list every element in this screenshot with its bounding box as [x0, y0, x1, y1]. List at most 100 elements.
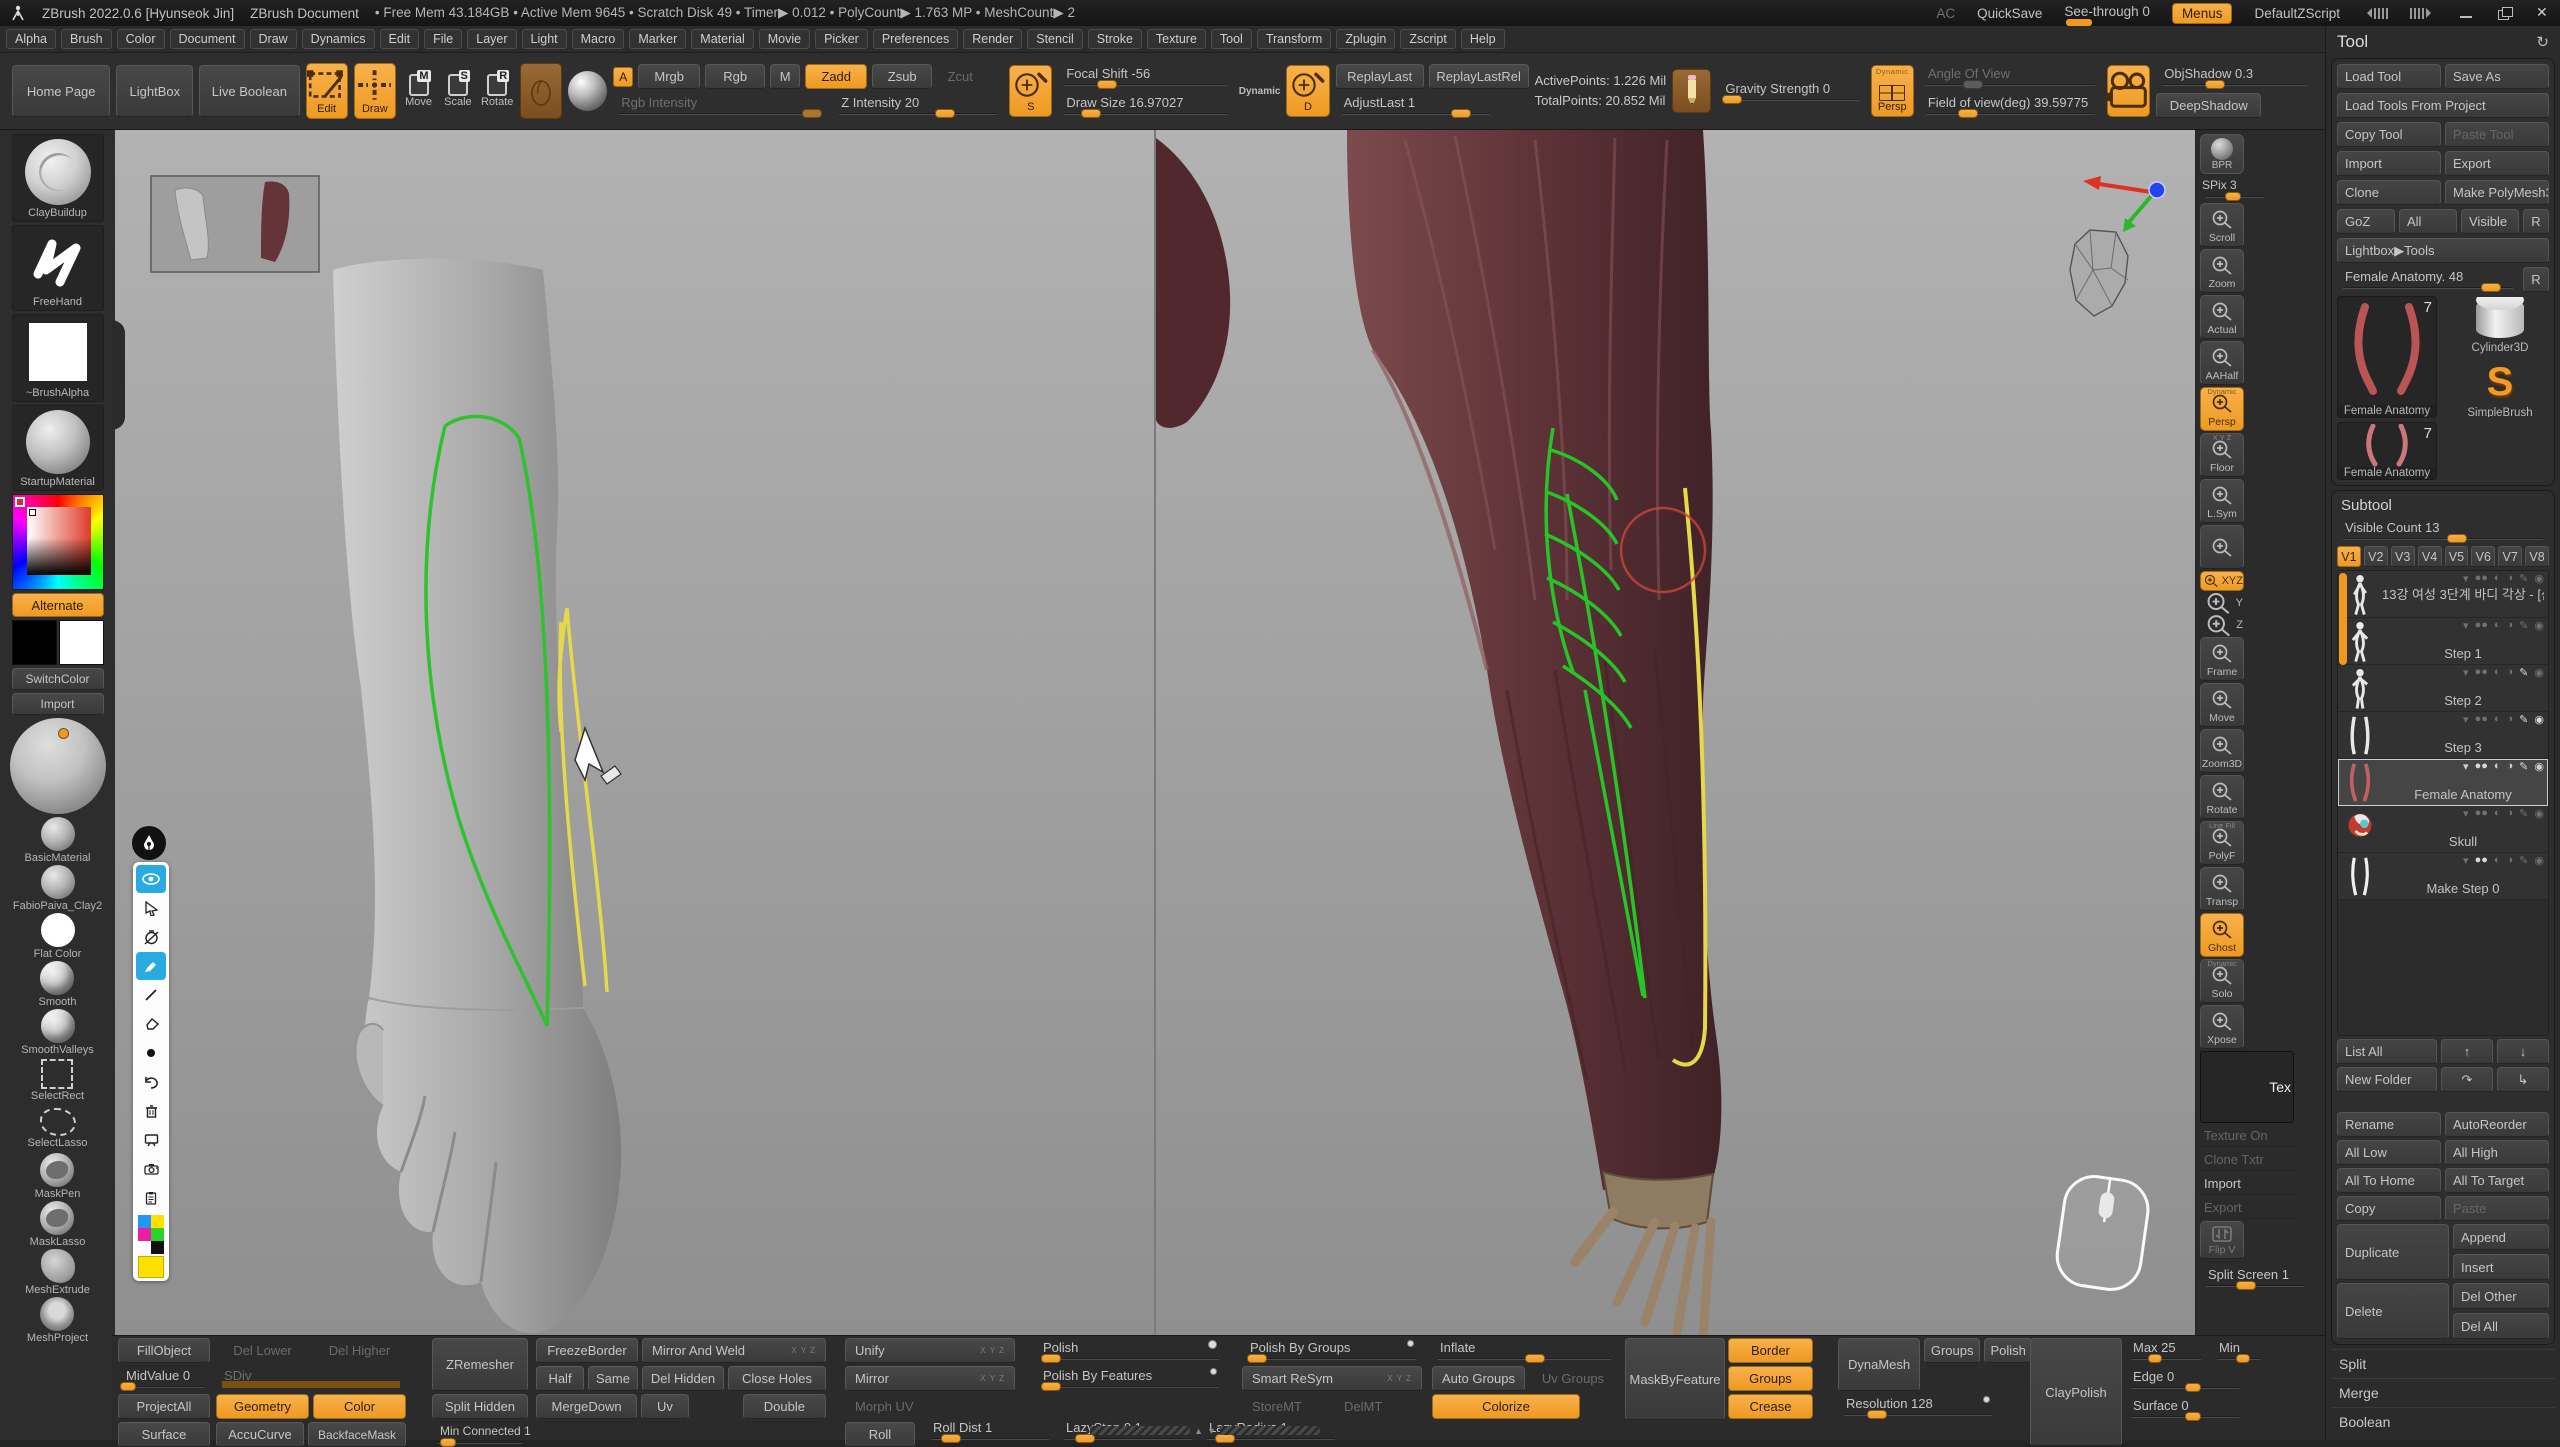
color-picker[interactable] — [12, 494, 104, 590]
material-item[interactable]: MeshProject — [27, 1297, 88, 1344]
claypolish-min-slider[interactable]: Min — [2211, 1338, 2267, 1363]
scale-button[interactable]: SScale — [441, 74, 474, 108]
tool-r-button[interactable]: R — [2523, 267, 2549, 292]
nav-button[interactable]: Dynamic Solo — [2200, 959, 2244, 1003]
nav-button[interactable]: Rotate — [2200, 775, 2244, 819]
menu-item[interactable]: Edit — [380, 29, 420, 49]
nav-button[interactable]: Line Fill PolyF — [2200, 821, 2244, 865]
close-holes-button[interactable]: Close Holes — [728, 1366, 826, 1391]
color-palette-button[interactable] — [136, 1213, 166, 1255]
texture-export-button[interactable]: Export — [2200, 1197, 2300, 1219]
menu-item[interactable]: Marker — [629, 29, 686, 49]
spix-slider[interactable]: SPix 3 — [2200, 176, 2270, 201]
version-tab[interactable]: V7 — [2498, 546, 2522, 567]
lazy-mouse-pencil-button[interactable] — [1672, 69, 1711, 113]
default-zscript-button[interactable]: DefaultZScript — [2254, 6, 2340, 21]
material-item[interactable]: Smooth — [39, 961, 77, 1008]
tool-thumb-simplebrush[interactable]: S SimpleBrush — [2441, 360, 2559, 418]
material-item[interactable]: SelectLasso — [28, 1105, 88, 1152]
unify-button[interactable]: UnifyX Y Z — [845, 1338, 1015, 1363]
roll-button[interactable]: Roll — [845, 1422, 915, 1447]
half-button[interactable]: Half — [536, 1366, 584, 1391]
dyna-polish-button[interactable]: Polish — [1984, 1338, 2032, 1363]
nav-button[interactable]: Y — [2200, 593, 2244, 613]
bpr-render-button[interactable]: BPR — [2200, 134, 2244, 174]
subtool-action-button[interactable]: Copy — [2337, 1196, 2441, 1221]
nav-button[interactable]: Transp — [2200, 867, 2244, 911]
menu-item[interactable]: Brush — [61, 29, 112, 49]
menu-item[interactable]: Zscript — [1400, 29, 1456, 49]
alternate-button[interactable]: Alternate — [12, 593, 104, 617]
clear-trash-button[interactable] — [136, 1097, 166, 1125]
menu-item[interactable]: Draw — [250, 29, 297, 49]
nav-button[interactable]: Ghost — [2200, 913, 2244, 957]
insert-button[interactable]: Insert — [2453, 1254, 2549, 1280]
texture-import-button[interactable]: Import — [2200, 1173, 2300, 1195]
divider-right-icon[interactable] — [2410, 8, 2436, 19]
mirror-and-weld-button[interactable]: Mirror And WeldX Y Z — [642, 1338, 826, 1363]
whiteboard-button[interactable] — [136, 1126, 166, 1154]
menu-item[interactable]: Texture — [1147, 29, 1206, 49]
angle-of-view-slider[interactable]: Angle Of View — [1920, 64, 2101, 89]
nav-button[interactable]: AAHalf — [2200, 341, 2244, 385]
fill-object-button[interactable]: FillObject — [118, 1338, 210, 1363]
rgb-button[interactable]: Rgb — [705, 64, 765, 89]
dyna-groups-button[interactable]: Groups — [1924, 1338, 1980, 1363]
subtool-action-button[interactable]: All High — [2445, 1140, 2549, 1165]
inflate-slider[interactable]: Inflate — [1432, 1338, 1617, 1363]
tool-thumb-female-anatomy-2[interactable]: 7 Female Anatomy — [2337, 422, 2437, 480]
tool-action-button[interactable]: Copy Tool — [2337, 122, 2441, 147]
screenshot-camera-button[interactable] — [136, 1155, 166, 1183]
subtool-action-button[interactable]: All Low — [2337, 1140, 2441, 1165]
freeze-border-button[interactable]: FreezeBorder — [536, 1338, 638, 1363]
move-into-folder-button[interactable]: ↳ — [2497, 1067, 2549, 1092]
menu-item[interactable]: Layer — [467, 29, 516, 49]
tool-action-button[interactable]: Import — [2337, 151, 2441, 176]
brush-clay-buildup[interactable]: ClayBuildup — [12, 134, 104, 222]
tool-action-button[interactable]: Load Tool — [2337, 64, 2441, 89]
claypolish-edge-slider[interactable]: Edge 0 — [2125, 1367, 2245, 1392]
version-tab[interactable]: V6 — [2471, 546, 2495, 567]
nav-button[interactable]: Xpose — [2200, 1005, 2244, 1049]
subtool-row[interactable]: ▾●●◐◑✎◉ Step 2 — [2338, 665, 2548, 712]
menu-item[interactable]: Macro — [572, 29, 625, 49]
menu-item[interactable]: Tool — [1211, 29, 1252, 49]
subtool-row-selected[interactable]: ▾●●◐◑✎◉ Female Anatomy — [2338, 759, 2548, 806]
menu-item[interactable]: Document — [170, 29, 245, 49]
lightbox-button[interactable]: LightBox — [116, 65, 193, 117]
material-item[interactable]: SmoothValleys — [21, 1009, 94, 1056]
accucurve-button[interactable]: AccuCurve — [216, 1422, 304, 1447]
nav-button[interactable]: L.Sym — [2200, 479, 2244, 523]
tool-action-button[interactable]: Save As — [2445, 64, 2549, 89]
clipboard-button[interactable] — [136, 1184, 166, 1212]
tool-selector-slider[interactable]: Female Anatomy. 48 — [2337, 267, 2519, 292]
mrgb-button[interactable]: Mrgb — [638, 64, 700, 89]
home-page-button[interactable]: Home Page — [12, 65, 110, 117]
nav-button[interactable]: Z — [2200, 615, 2244, 635]
sdiv-slider[interactable]: SDiv — [216, 1366, 406, 1391]
subtool-row[interactable]: ▾●●◐◑✎◉ Skull — [2338, 806, 2548, 853]
uv-button[interactable]: Uv — [641, 1394, 689, 1419]
subtool-up-button[interactable]: ↑ — [2441, 1039, 2493, 1064]
live-boolean-button[interactable]: Live Boolean — [199, 65, 299, 117]
dot-size-button[interactable] — [136, 1039, 166, 1067]
move-out-folder-button[interactable]: ↷ — [2441, 1067, 2493, 1092]
obj-shadow-slider[interactable]: ObjShadow 0.3 — [2156, 64, 2313, 89]
tool-action-button[interactable]: Visible — [2461, 209, 2519, 234]
persp-button[interactable]: Dynamic Persp — [1871, 65, 1914, 117]
divider-left-icon[interactable] — [2362, 8, 2388, 19]
split-screen-slider[interactable]: Split Screen 1 — [2200, 1265, 2310, 1290]
menu-item[interactable]: Preferences — [873, 29, 958, 49]
zcut-button[interactable]: Zcut — [937, 64, 983, 89]
texture-startup-material[interactable]: StartupMaterial — [12, 405, 104, 491]
border-button[interactable]: Border — [1728, 1338, 1813, 1363]
polish-slider[interactable]: Polish — [1035, 1338, 1225, 1363]
geometry-button[interactable]: Geometry — [216, 1394, 309, 1419]
zremesher-button[interactable]: ZRemesher — [432, 1338, 528, 1391]
append-button[interactable]: Append — [2453, 1224, 2549, 1250]
version-tab[interactable]: V4 — [2418, 546, 2442, 567]
duplicate-button[interactable]: Duplicate — [2337, 1224, 2449, 1280]
mask-by-feature-button[interactable]: MaskByFeature — [1625, 1338, 1725, 1420]
menu-item[interactable]: File — [424, 29, 462, 49]
backfacemask-button[interactable]: BackfaceMask — [308, 1422, 406, 1447]
